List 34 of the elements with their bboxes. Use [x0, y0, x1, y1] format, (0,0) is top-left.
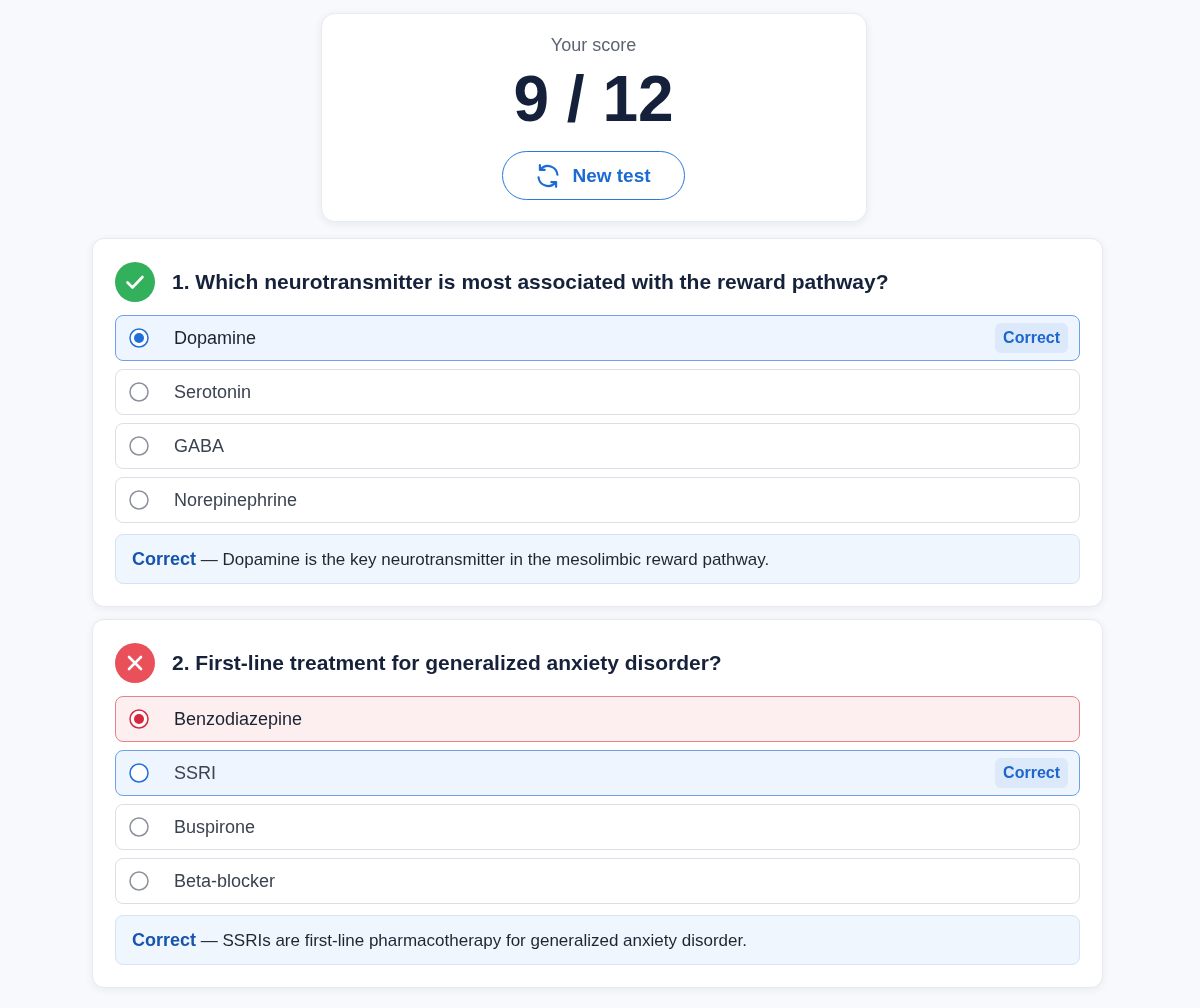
radio-button[interactable]: [129, 328, 149, 348]
radio-button[interactable]: [129, 490, 149, 510]
score-label: Your score: [550, 34, 637, 57]
answer-option[interactable]: SSRI Correct: [115, 750, 1080, 796]
option-label: Benzodiazepine: [174, 708, 303, 731]
question-title: 2. First-line treatment for generalized anxiety disorder?: [172, 650, 722, 676]
answer-option[interactable]: Benzodiazepine: [115, 696, 1080, 742]
refresh-icon: [536, 163, 561, 188]
new-test-button[interactable]: New test: [502, 151, 685, 200]
option-label: GABA: [174, 435, 225, 458]
option-label: Serotonin: [174, 381, 252, 404]
answer-option[interactable]: Norepinephrine: [115, 477, 1080, 523]
radio-button[interactable]: [129, 436, 149, 456]
correct-tag: Correct: [995, 323, 1068, 353]
question-title: 1. Which neurotransmitter is most associated with the reward pathway?: [172, 269, 889, 295]
answer-option[interactable]: Buspirone: [115, 804, 1080, 850]
radio-button[interactable]: [129, 763, 149, 783]
correct-tag: Correct: [995, 758, 1068, 788]
answer-option[interactable]: Beta-blocker: [115, 858, 1080, 904]
radio-button[interactable]: [129, 382, 149, 402]
radio-button[interactable]: [129, 817, 149, 837]
option-label: Dopamine: [174, 327, 257, 350]
answer-option[interactable]: GABA: [115, 423, 1080, 469]
answer-option[interactable]: Serotonin: [115, 369, 1080, 415]
option-label: Buspirone: [174, 816, 256, 839]
radio-button[interactable]: [129, 871, 149, 891]
feedback-text: Correct — Dopamine is the key neurotransmitter in the mesolimbic reward pathway.: [132, 547, 770, 571]
option-label: SSRI: [174, 762, 216, 785]
option-label: Norepinephrine: [174, 489, 298, 512]
answer-option[interactable]: Dopamine Correct: [115, 315, 1080, 361]
option-label: Beta-blocker: [174, 870, 276, 893]
feedback-text: Correct — SSRIs are first-line pharmacotherapy for generalized anxiety disorder.: [132, 928, 747, 952]
radio-button[interactable]: [129, 709, 149, 729]
score-value: 9 / 12: [513, 63, 674, 135]
